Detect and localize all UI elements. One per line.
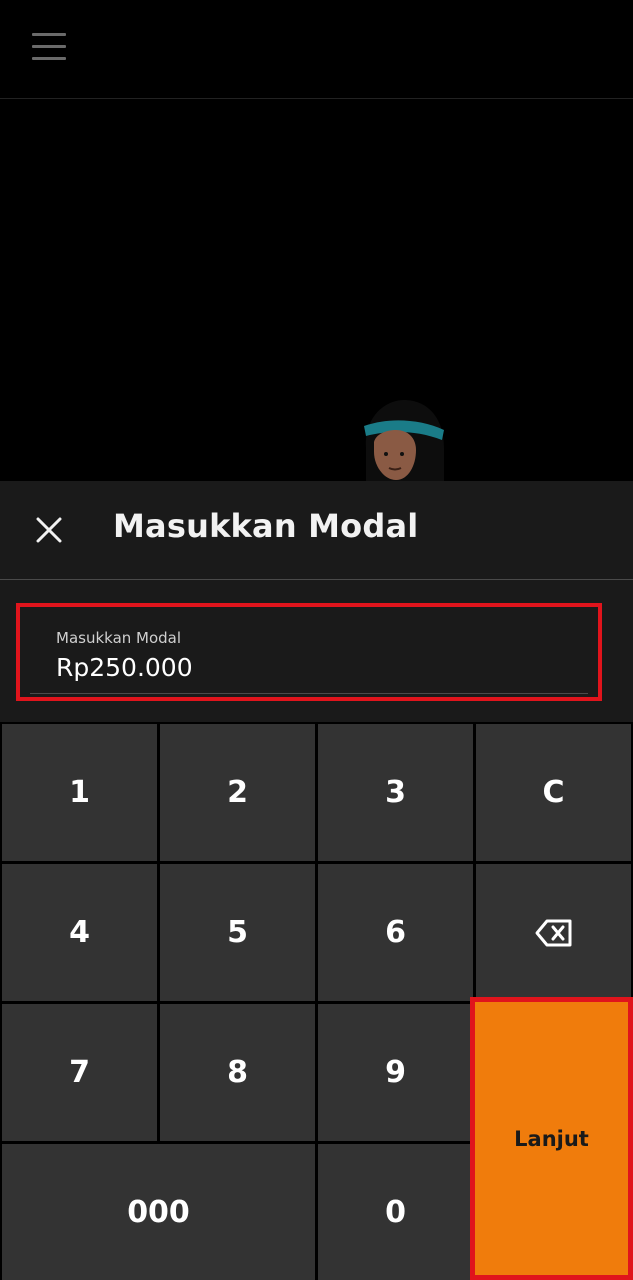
capital-input[interactable] — [56, 653, 576, 682]
backspace-key[interactable] — [476, 864, 631, 1001]
key-5[interactable]: 5 — [160, 864, 315, 1001]
hamburger-menu-icon[interactable] — [32, 33, 66, 61]
key-9[interactable]: 9 — [318, 1004, 473, 1141]
field-container: Masukkan Modal — [30, 613, 588, 694]
clear-key[interactable]: C — [476, 724, 631, 861]
backspace-icon — [535, 919, 571, 946]
key-1[interactable]: 1 — [2, 724, 157, 861]
top-bar — [0, 0, 633, 99]
next-button[interactable]: Lanjut — [470, 997, 633, 1280]
avatar — [356, 396, 448, 486]
field-area: Masukkan Modal — [0, 481, 633, 722]
key-000[interactable]: 000 — [2, 1144, 315, 1280]
key-2[interactable]: 2 — [160, 724, 315, 861]
key-7[interactable]: 7 — [2, 1004, 157, 1141]
capital-field[interactable]: Masukkan Modal — [16, 603, 602, 701]
key-8[interactable]: 8 — [160, 1004, 315, 1141]
key-3[interactable]: 3 — [318, 724, 473, 861]
next-button-label: Lanjut — [514, 1126, 589, 1151]
key-0[interactable]: 0 — [318, 1144, 473, 1280]
key-6[interactable]: 6 — [318, 864, 473, 1001]
field-label: Masukkan Modal — [56, 629, 182, 647]
key-4[interactable]: 4 — [2, 864, 157, 1001]
